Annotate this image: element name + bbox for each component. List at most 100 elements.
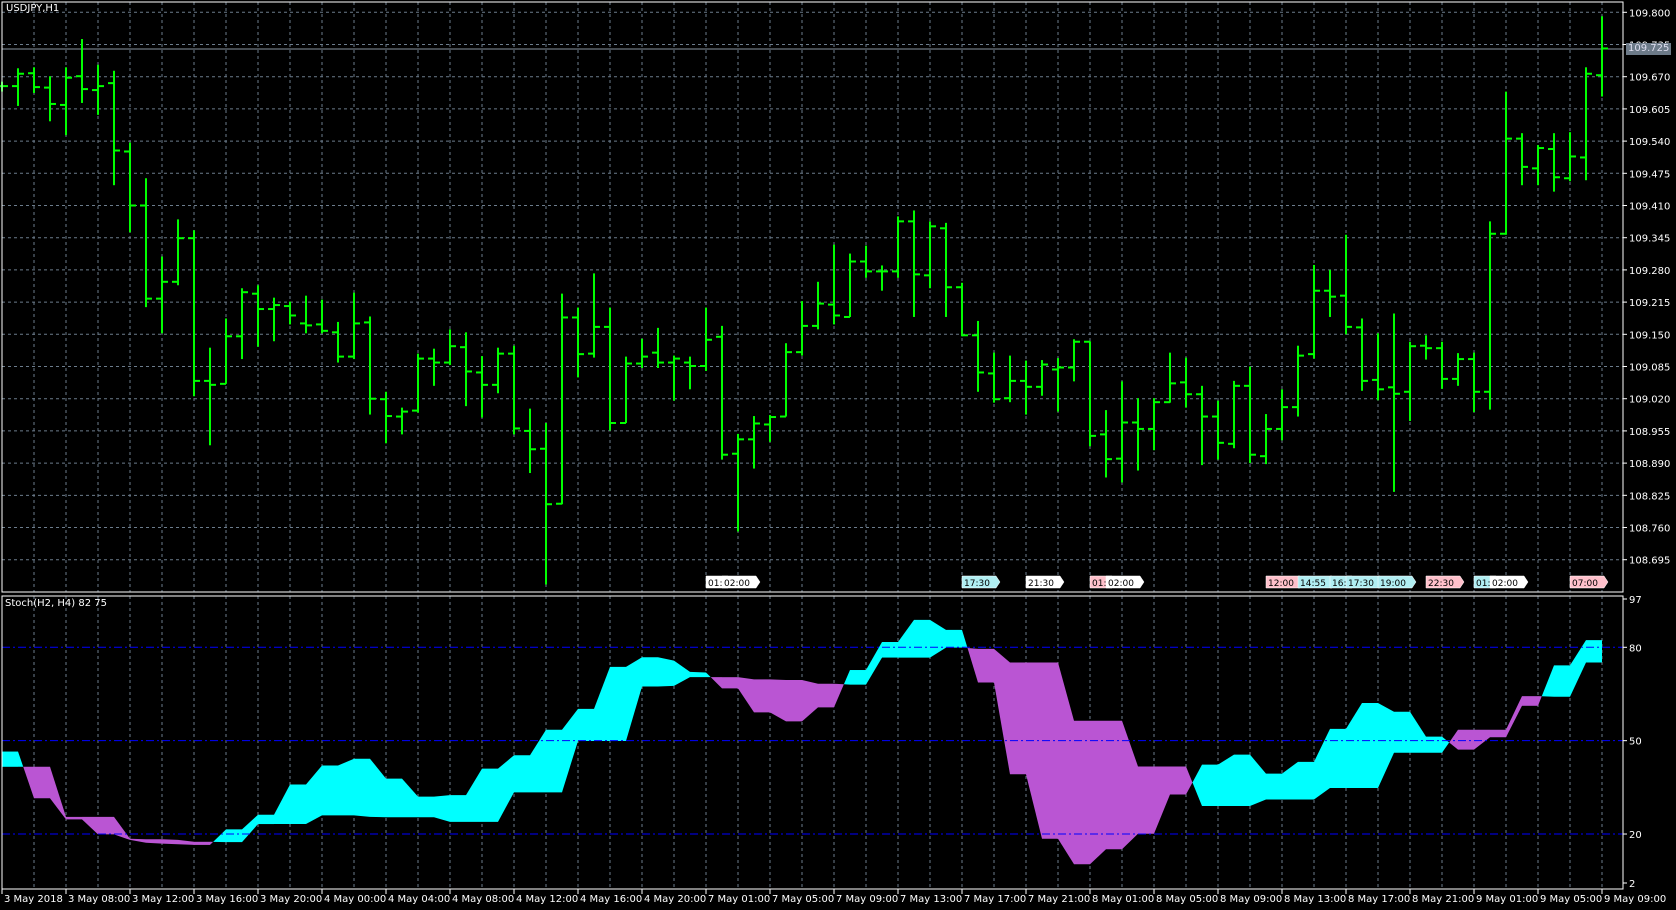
price-bar [1452,353,1464,386]
time-tick-label: 8 May 17:00 [1348,894,1410,905]
price-bar [476,356,488,418]
stoch-fill-up [338,758,354,816]
stoch-fill-down [210,841,214,845]
time-tick-label: 9 May 05:00 [1540,894,1602,905]
stoch-fill-up [1314,728,1330,800]
event-time-label: 22:30 [1428,579,1454,589]
stoch-fill-up [466,768,482,822]
price-bar [1180,357,1192,408]
price-bar [876,265,888,291]
price-bar [1500,91,1512,235]
stoch-fill-up [962,629,968,649]
stoch-fill-up [658,657,674,687]
stoch-fill-down [1106,720,1122,850]
event-time-label: 01: [708,579,722,589]
stoch-fill-up [866,642,882,685]
indicator-tick-label: 80 [1629,643,1642,654]
price-bar [1436,341,1448,389]
price-bar [924,221,936,289]
stoch-fill-up [482,768,498,822]
price-bar [1596,16,1608,97]
time-tick-label: 4 May 20:00 [644,894,706,905]
event-marker[interactable]: 02:00 [1489,575,1529,589]
stoch-fill-down [754,679,770,713]
event-time-label: 16: [1332,579,1346,589]
price-bar [1164,352,1176,404]
stoch-fill-down [82,816,98,835]
price-tick-label: 109.410 [1629,202,1670,213]
stoch-fill-down [770,679,786,722]
price-bar [764,415,776,442]
indicator-title: Stoch(H2, H4) 82 75 [5,598,107,609]
event-marker[interactable]: 22:30 [1425,575,1465,589]
stoch-fill-down [786,679,802,722]
price-bar [716,325,728,460]
stoch-fill-down [722,677,738,689]
price-bar [460,332,472,407]
price-bar [188,230,200,397]
time-tick-label: 7 May 09:00 [836,894,898,905]
price-bar [1292,345,1304,417]
price-bar [1564,132,1576,182]
price-bar [1276,389,1288,441]
time-tick-label: 4 May 12:00 [516,894,578,905]
stoch-fill-up [1282,761,1298,800]
event-time-label: 01: [1092,579,1106,589]
event-marker[interactable]: 21:30 [1025,575,1065,589]
event-marker[interactable]: 02:00 [721,575,761,589]
event-marker[interactable]: 17:30 [961,575,1001,589]
price-bar [828,244,840,325]
price-tick-label: 109.345 [1629,234,1670,245]
stoch-fill-up [306,765,322,825]
time-tick-label: 8 May 21:00 [1412,894,1474,905]
stoch-fill-down [1026,662,1042,839]
stoch-fill-down [146,839,162,844]
stoch-fill-up [514,755,530,793]
stoch-fill-up [1330,728,1346,788]
stoch-fill-up [642,657,658,687]
event-time-label: 02:00 [1492,579,1518,589]
event-marker[interactable]: 19:00 [1377,575,1417,589]
stoch-fill-up [1218,754,1234,807]
stoch-fill-down [1154,766,1170,834]
stoch-fill-down [1042,662,1058,839]
price-bar [492,347,504,394]
price-tick-label: 108.825 [1629,491,1670,502]
stoch-fill-up [610,666,626,741]
price-bar [892,216,904,278]
stoch-fill-up [674,660,690,686]
price-bar [1244,366,1256,464]
price-tick-label: 108.695 [1629,556,1670,567]
price-bar [1308,264,1320,359]
event-time-label: 01: [1476,579,1490,589]
stoch-fill-down [967,648,978,683]
event-time-label: 17:30 [964,579,990,589]
time-tick-label: 9 May 09:00 [1604,894,1666,905]
event-time-label: 17:30 [1348,579,1374,589]
stoch-fill-up [370,758,386,818]
time-tick-label: 7 May 01:00 [708,894,770,905]
stoch-fill-down [162,839,178,845]
time-tick-label: 8 May 09:00 [1220,894,1282,905]
event-marker[interactable]: 02:00 [1105,575,1145,589]
event-marker[interactable]: 07:00 [1569,575,1609,589]
stoch-fill-up [498,755,514,822]
price-tick-label: 108.760 [1629,524,1670,535]
time-tick-label: 9 May 01:00 [1476,894,1538,905]
stoch-fill-down [1090,720,1106,865]
price-tick-label: 109.020 [1629,395,1670,406]
stoch-fill-up [386,778,402,818]
price-bar [220,318,232,385]
stoch-fill-up [626,657,642,741]
chart-canvas[interactable]: 109.800109.735109.670109.605109.540109.4… [0,0,1676,910]
stoch-fill-up [242,814,258,843]
stoch-fill-up [1394,711,1410,753]
stoch-fill-up [850,670,866,685]
price-bar [1468,352,1480,413]
stoch-fill-down [1506,696,1522,738]
price-bar [1228,380,1240,449]
time-tick-label: 3 May 16:00 [196,894,258,905]
stoch-fill-down [1074,720,1090,865]
price-bar [332,321,344,363]
price-bar [1580,67,1592,181]
